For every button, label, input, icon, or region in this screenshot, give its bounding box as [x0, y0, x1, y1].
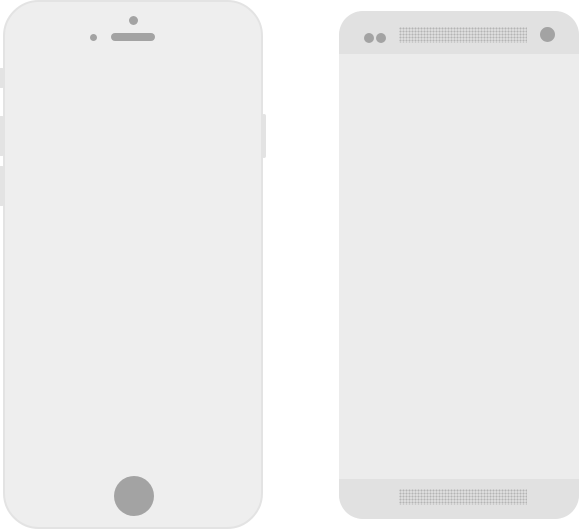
speaker-grille-icon [399, 489, 527, 505]
phone-mockup-left [0, 0, 266, 529]
earpiece-speaker-icon [111, 33, 155, 41]
phone-mockup-right [339, 11, 579, 519]
front-camera-icon [540, 27, 555, 42]
front-sensor-icon [364, 33, 374, 43]
speaker-grille-icon [399, 27, 527, 43]
proximity-sensor-icon [90, 34, 97, 41]
front-sensor-icon [376, 33, 386, 43]
mute-switch [0, 68, 4, 88]
volume-down-button [0, 166, 4, 206]
front-camera-icon [129, 16, 138, 25]
home-button-icon [114, 476, 154, 516]
volume-up-button [0, 116, 4, 156]
power-button [262, 114, 266, 158]
